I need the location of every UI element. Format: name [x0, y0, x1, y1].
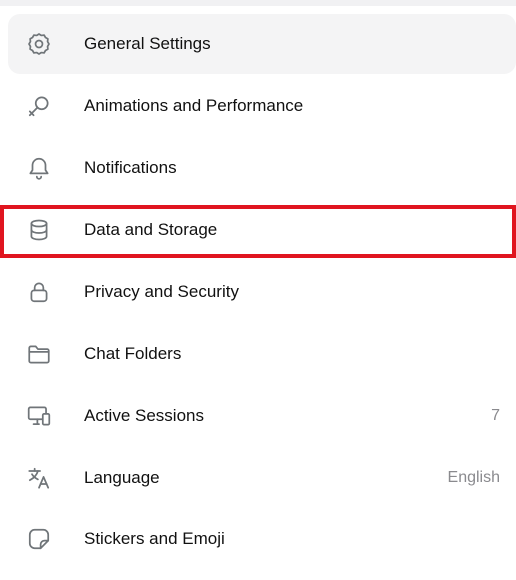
- translate-icon: [26, 465, 52, 491]
- menu-item-notifications[interactable]: Notifications: [8, 138, 516, 198]
- menu-item-language[interactable]: Language English: [8, 448, 516, 508]
- menu-item-privacy-security[interactable]: Privacy and Security: [8, 262, 516, 322]
- active-sessions-count: 7: [491, 407, 500, 424]
- folder-icon: [26, 341, 52, 367]
- lock-icon: [26, 279, 52, 305]
- menu-item-label: General Settings: [84, 34, 211, 53]
- menu-item-label: Language: [84, 468, 160, 487]
- menu-item-label: Chat Folders: [84, 344, 182, 363]
- database-icon: [26, 217, 52, 243]
- menu-item-label: Notifications: [84, 158, 177, 177]
- gear-icon: [26, 31, 52, 57]
- devices-icon: [26, 403, 52, 429]
- menu-item-label: Active Sessions: [84, 406, 204, 425]
- menu-item-label: Stickers and Emoji: [84, 529, 225, 548]
- menu-item-label: Animations and Performance: [84, 96, 304, 115]
- bell-icon: [26, 155, 52, 181]
- menu-item-label: Privacy and Security: [84, 282, 239, 301]
- settings-menu: General Settings Animations and Performa…: [0, 0, 516, 580]
- menu-item-label: Data and Storage: [84, 220, 218, 239]
- magic-wand-icon: [26, 93, 52, 119]
- menu-item-data-storage[interactable]: Data and Storage: [8, 200, 516, 260]
- menu-item-stickers-emoji[interactable]: Stickers and Emoji: [8, 509, 516, 569]
- menu-item-general-settings[interactable]: General Settings: [8, 14, 516, 74]
- menu-item-animations-performance[interactable]: Animations and Performance: [8, 76, 516, 136]
- menu-item-active-sessions[interactable]: Active Sessions 7: [8, 386, 516, 446]
- current-language-value: English: [447, 469, 500, 486]
- sticker-icon: [26, 526, 52, 552]
- menu-item-chat-folders[interactable]: Chat Folders: [8, 324, 516, 384]
